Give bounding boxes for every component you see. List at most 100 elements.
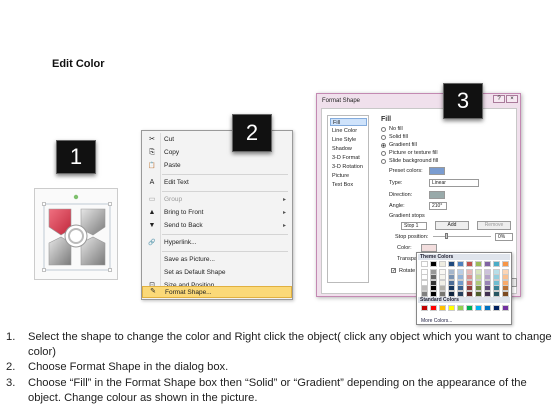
- stop-position-slider[interactable]: [433, 236, 491, 237]
- preset-colors-dropdown[interactable]: [429, 167, 445, 175]
- radio-gradient-fill[interactable]: Gradient fill: [381, 142, 417, 148]
- menu-item-hyperlink[interactable]: 🔗 Hyperlink...: [142, 236, 292, 249]
- radio-button[interactable]: [381, 134, 386, 140]
- color-swatch[interactable]: [448, 305, 455, 311]
- menu-item-label: Paste: [164, 162, 181, 169]
- angle-input[interactable]: 210°: [429, 202, 447, 210]
- category-shadow[interactable]: Shadow: [330, 145, 367, 153]
- menu-item-save-as-picture[interactable]: Save as Picture...: [142, 253, 292, 266]
- step-text: Select the shape to change the color and…: [28, 331, 552, 359]
- more-colors-link[interactable]: More Colors...: [421, 318, 452, 324]
- color-swatch[interactable]: [475, 261, 482, 267]
- color-swatch[interactable]: [484, 261, 491, 267]
- color-swatch[interactable]: [466, 290, 473, 297]
- radio-picture-fill[interactable]: Picture or texture fill: [381, 150, 438, 156]
- menu-item-set-default-shape[interactable]: Set as Default Shape: [142, 266, 292, 279]
- radio-solid-fill[interactable]: Solid fill: [381, 134, 408, 140]
- submenu-arrow-icon: ▸: [282, 210, 286, 216]
- color-swatch[interactable]: [421, 261, 428, 267]
- color-swatch[interactable]: [502, 261, 509, 267]
- segmented-ring-shape[interactable]: [35, 189, 119, 281]
- menu-item-label: Set as Default Shape: [164, 269, 226, 276]
- color-swatch[interactable]: [448, 261, 455, 267]
- radio-button-selected[interactable]: [381, 142, 386, 148]
- color-swatch[interactable]: [430, 290, 437, 297]
- category-picture[interactable]: Picture: [330, 172, 367, 180]
- save-picture-icon: [147, 256, 157, 264]
- menu-item-edit-text[interactable]: A Edit Text: [142, 176, 292, 189]
- send-to-back-icon: ▼: [148, 221, 156, 229]
- stop-position-input[interactable]: 0%: [495, 233, 513, 241]
- color-swatch[interactable]: [502, 305, 509, 311]
- menu-item-send-to-back[interactable]: ▼ Send to Back ▸: [142, 219, 292, 232]
- radio-button[interactable]: [381, 126, 386, 132]
- rotate-checkbox[interactable]: ✓: [391, 268, 396, 274]
- color-swatch[interactable]: [493, 290, 500, 297]
- color-swatch[interactable]: [457, 305, 464, 311]
- menu-item-label: Cut: [164, 136, 175, 143]
- color-label: Color:: [397, 245, 412, 251]
- add-stop-button[interactable]: Add: [435, 221, 469, 230]
- direction-dropdown[interactable]: [429, 191, 445, 199]
- radio-button[interactable]: [381, 150, 386, 156]
- color-swatch[interactable]: [493, 261, 500, 267]
- standard-colors-header: Standard Colors: [418, 297, 510, 303]
- instruction-step: 3. Choose “Fill” in the Format Shape box …: [6, 376, 554, 406]
- category-3d-rotation[interactable]: 3-D Rotation: [330, 163, 367, 171]
- menu-item-bring-to-front[interactable]: ▲ Bring to Front ▸: [142, 206, 292, 219]
- default-shape-icon: [147, 269, 157, 277]
- slider-thumb[interactable]: [445, 233, 448, 239]
- category-text-box[interactable]: Text Box: [330, 181, 367, 189]
- color-swatch[interactable]: [475, 305, 482, 311]
- color-swatch[interactable]: [448, 290, 455, 297]
- radio-slide-background-fill[interactable]: Slide background fill: [381, 158, 438, 164]
- category-line-style[interactable]: Line Style: [330, 136, 367, 144]
- radio-label: Slide background fill: [389, 158, 439, 164]
- menu-item-group[interactable]: ▭ Group ▸: [142, 193, 292, 206]
- step-text: Choose Format Shape in the dialog box.: [28, 361, 229, 374]
- radio-label: Picture or texture fill: [389, 150, 438, 156]
- color-swatch[interactable]: [439, 305, 446, 311]
- type-dropdown[interactable]: Linear: [429, 179, 479, 187]
- color-swatch[interactable]: [493, 305, 500, 311]
- step-text: Choose “Fill” in the Format Shape box th…: [28, 376, 527, 404]
- color-swatch[interactable]: [457, 261, 464, 267]
- radio-button[interactable]: [381, 158, 386, 164]
- color-swatch[interactable]: [421, 290, 428, 297]
- color-swatch[interactable]: [475, 290, 482, 297]
- category-line-color[interactable]: Line Color: [330, 127, 367, 135]
- fill-heading: Fill: [381, 116, 392, 123]
- color-swatch[interactable]: [421, 305, 428, 311]
- color-swatch[interactable]: [457, 290, 464, 297]
- category-3d-format[interactable]: 3-D Format: [330, 154, 367, 162]
- color-picker-button[interactable]: [421, 244, 437, 252]
- menu-item-label: Save as Picture...: [164, 256, 215, 263]
- menu-item-label: Hyperlink...: [164, 239, 197, 246]
- color-swatch[interactable]: [502, 290, 509, 297]
- color-swatch[interactable]: [484, 290, 491, 297]
- color-swatch[interactable]: [466, 261, 473, 267]
- color-swatch[interactable]: [466, 305, 473, 311]
- color-swatch[interactable]: [439, 290, 446, 297]
- color-swatch[interactable]: [430, 261, 437, 267]
- dialog-title: Format Shape: [322, 98, 361, 104]
- radio-label: Gradient fill: [389, 142, 417, 148]
- selected-shape[interactable]: [34, 188, 118, 280]
- instruction-step: 2. Choose Format Shape in the dialog box.: [6, 360, 554, 375]
- color-swatch[interactable]: [430, 305, 437, 311]
- close-icon[interactable]: ×: [506, 95, 518, 103]
- color-swatch[interactable]: [439, 261, 446, 267]
- color-swatch[interactable]: [484, 305, 491, 311]
- scissors-icon: ✂: [149, 135, 155, 143]
- menu-item-paste[interactable]: 📋 Paste: [142, 159, 292, 172]
- radio-no-fill[interactable]: No fill: [381, 126, 403, 132]
- menu-item-format-shape[interactable]: ✎ Format Shape...: [142, 286, 292, 298]
- remove-stop-button[interactable]: Remove: [477, 221, 511, 230]
- direction-label: Direction:: [389, 192, 413, 198]
- help-button[interactable]: ?: [493, 95, 505, 103]
- menu-item-label: Group: [164, 196, 183, 203]
- category-fill[interactable]: Fill: [330, 118, 367, 126]
- menu-item-label: Copy: [164, 149, 180, 156]
- stop-dropdown[interactable]: Stop 1: [401, 222, 427, 230]
- step-number: 1.: [6, 331, 16, 343]
